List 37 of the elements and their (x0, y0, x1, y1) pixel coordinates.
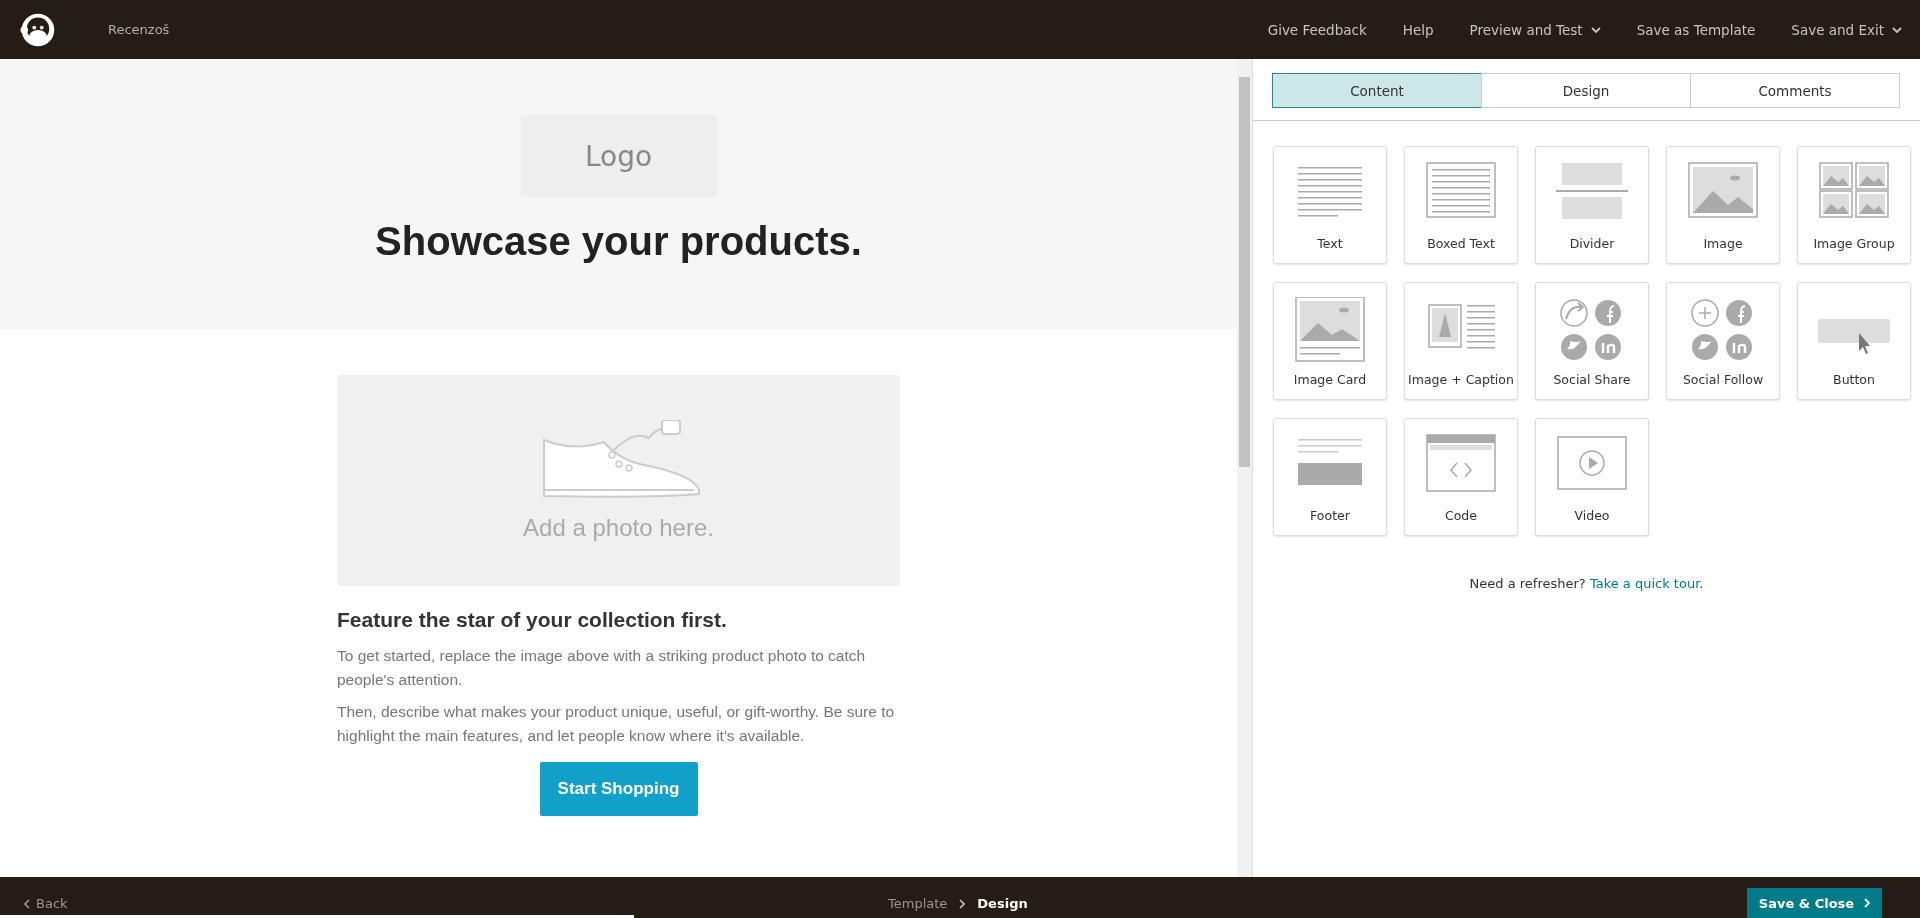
content-block[interactable]: Video (1535, 418, 1649, 536)
quick-tour-link[interactable]: Take a quick tour (1589, 576, 1700, 591)
top-nav-link[interactable]: Preview and Test (1469, 21, 1601, 38)
scrollbar[interactable] (1237, 59, 1252, 877)
back-link[interactable]: Back (24, 896, 68, 911)
content-block[interactable]: Social Share (1535, 282, 1649, 400)
content-block[interactable]: Image Card (1273, 282, 1387, 400)
body-paragraph: To get started, replace the image above with a striking product photo to catch people's attention. (337, 646, 867, 690)
top-nav-link[interactable]: Save as Template (1636, 21, 1756, 38)
panel-tab[interactable]: Design (1481, 73, 1691, 108)
content-block[interactable]: Text (1273, 146, 1387, 264)
save-and-close-button[interactable]: Save & Close (1747, 888, 1882, 918)
content-block[interactable]: Image (1666, 146, 1780, 264)
content-block[interactable]: Code (1404, 418, 1518, 536)
content-block[interactable]: Image Group (1797, 146, 1911, 264)
photo-hint: Add a photo here. (523, 513, 714, 542)
top-nav-link[interactable]: Save and Exit (1791, 21, 1902, 38)
panel-tab[interactable]: Content (1272, 73, 1482, 108)
panel-tab[interactable]: Comments (1690, 73, 1900, 108)
content-block[interactable]: Button (1797, 282, 1911, 400)
breadcrumb-step[interactable]: Design (977, 896, 1028, 911)
account-name[interactable]: Recenzoš (108, 22, 170, 37)
chevron-right-icon (959, 898, 966, 909)
tour-prompt: Need a refresher? Take a quick tour. (1468, 576, 1705, 591)
content-block[interactable]: Footer (1273, 418, 1387, 536)
content-block[interactable]: Social Follow (1666, 282, 1780, 400)
content-block[interactable]: Boxed Text (1404, 146, 1518, 264)
content-block[interactable]: Divider (1535, 146, 1649, 264)
breadcrumb-step[interactable]: Template (888, 896, 948, 911)
email-headline: Showcase your products. (375, 219, 862, 264)
top-nav-link[interactable]: Help (1402, 21, 1434, 38)
section-heading: Feature the star of your collection first. (337, 608, 728, 632)
chevron-right-icon (1864, 898, 1871, 908)
body-paragraph: Then, describe what makes your product unique, useful, or gift-worthy. Be sure to highlight the main features, and let people know where it's available. (337, 702, 896, 746)
top-nav-link[interactable]: Give Feedback (1267, 21, 1367, 38)
content-block[interactable]: Image + Caption (1404, 282, 1518, 400)
chevron-left-icon (24, 898, 30, 909)
